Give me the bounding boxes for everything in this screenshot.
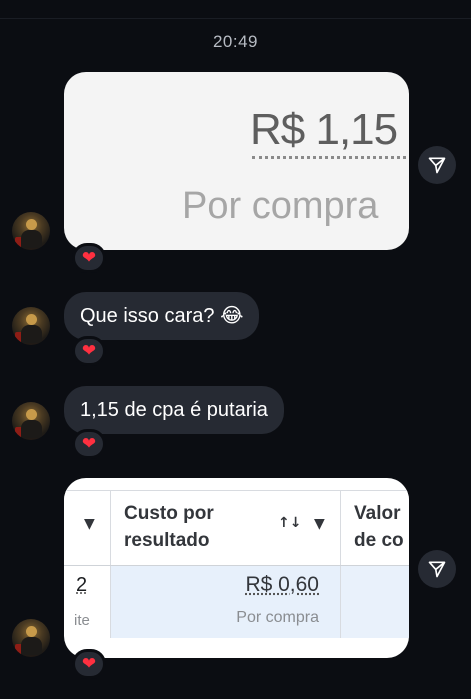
sort-icon: ↑↓ bbox=[278, 515, 302, 531]
message-timestamp: 20:49 bbox=[212, 32, 259, 51]
message-bubble[interactable]: 1,15 de cpa é putaria bbox=[64, 386, 284, 434]
message-text: Que isso cara? 😂 bbox=[80, 305, 244, 327]
image-caption-text: Por compra bbox=[182, 185, 379, 227]
send-icon bbox=[428, 561, 446, 578]
heart-reaction[interactable]: ❤ bbox=[72, 649, 106, 679]
shared-image-table[interactable]: ▼ Custo por resultado ↑↓ ▼ Valor de co 2… bbox=[64, 478, 409, 658]
sender-avatar[interactable] bbox=[12, 402, 50, 440]
column-header-custo-line1: Custo por bbox=[124, 503, 214, 524]
heart-icon: ❤ bbox=[81, 247, 97, 268]
column-header-valor-line2: de co bbox=[354, 530, 404, 551]
column-header-custo-line2: resultado bbox=[124, 530, 210, 551]
heart-reaction[interactable]: ❤ bbox=[72, 243, 106, 273]
sender-avatar[interactable] bbox=[12, 212, 50, 250]
heart-icon: ❤ bbox=[81, 340, 97, 361]
table-cell-price: R$ 0,60 bbox=[245, 573, 319, 596]
header-divider bbox=[0, 18, 471, 19]
shared-image-price[interactable]: R$ 1,15 Por compra bbox=[64, 72, 409, 250]
send-icon bbox=[428, 157, 446, 174]
heart-icon: ❤ bbox=[81, 433, 97, 454]
sender-avatar[interactable] bbox=[12, 619, 50, 657]
heart-icon: ❤ bbox=[81, 653, 97, 674]
share-button[interactable] bbox=[418, 146, 456, 184]
heart-reaction[interactable]: ❤ bbox=[72, 429, 106, 459]
message-text: 1,15 de cpa é putaria bbox=[80, 399, 268, 421]
table-cell-value: 2 bbox=[76, 574, 88, 596]
image-price-text: R$ 1,15 bbox=[250, 105, 398, 154]
caret-down-icon: ▼ bbox=[84, 516, 95, 532]
sender-avatar[interactable] bbox=[12, 307, 50, 345]
heart-reaction[interactable]: ❤ bbox=[72, 336, 106, 366]
table-cell-caption: ite bbox=[74, 612, 90, 629]
dm-thread: 20:49 R$ 1,15 Por compra ❤ Que isso cara… bbox=[0, 0, 471, 699]
message-bubble[interactable]: Que isso cara? 😂 bbox=[64, 292, 260, 340]
image-dotted-underline bbox=[252, 156, 409, 159]
share-button[interactable] bbox=[418, 550, 456, 588]
table-cell-caption: Por compra bbox=[236, 609, 319, 626]
table-cell bbox=[341, 566, 409, 638]
caret-down-icon: ▼ bbox=[314, 516, 325, 532]
column-header-valor-line1: Valor bbox=[354, 503, 401, 524]
